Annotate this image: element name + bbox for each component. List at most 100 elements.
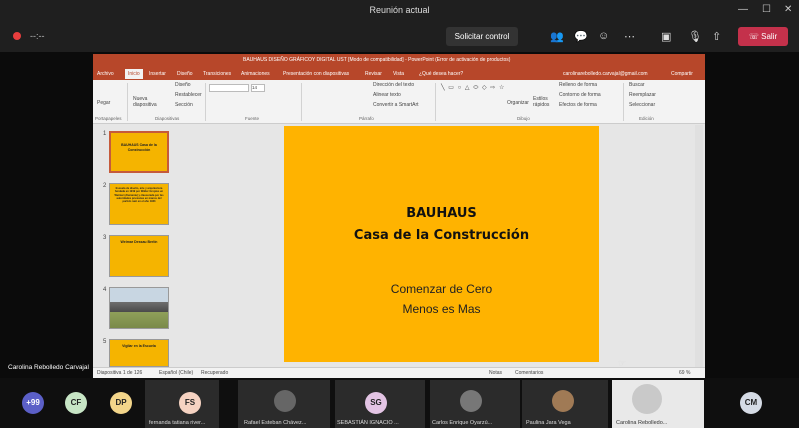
thumb-number: 5	[103, 339, 107, 345]
participant-video-tile[interactable]: Carolina Rebolledo...	[612, 380, 704, 428]
ppt-ribbon-tabs: Archivo Inicio Insertar Diseño Transicio…	[93, 68, 705, 80]
tab-diseno[interactable]: Diseño	[177, 71, 193, 77]
font-name-field[interactable]	[209, 84, 249, 92]
participant-avatar: FS	[179, 392, 201, 414]
zoom-level[interactable]: 69 %	[679, 370, 690, 376]
participant-avatar[interactable]: CF	[65, 392, 87, 414]
font-size-field[interactable]: 14	[251, 84, 265, 92]
participant-tile[interactable]: Paulina Jara Vega	[522, 380, 608, 428]
arrange-button[interactable]: Organizar	[507, 100, 529, 106]
layout-button[interactable]: Diseño	[175, 82, 191, 88]
share-ppt-button[interactable]: Compartir	[671, 71, 693, 77]
tab-vista[interactable]: Vista	[393, 71, 404, 77]
close-window-button[interactable]: ✕	[784, 4, 792, 15]
participant-avatar[interactable]: DP	[110, 392, 132, 414]
group-slides: Diapositivas	[155, 116, 180, 121]
shapes-gallery[interactable]: ╲ ▭ ○ △ ⬭ ◇ ⇨ ☆	[441, 84, 505, 92]
slide-thumbnail[interactable]: Weimar Dessau Berlín	[109, 235, 169, 277]
participant-tile[interactable]: Carlos Enrique Oyarzú...	[430, 380, 520, 428]
tab-revisar[interactable]: Revisar	[365, 71, 382, 77]
slide-subtitle-line2: Menos es Mas	[402, 302, 481, 316]
tab-animaciones[interactable]: Animaciones	[241, 71, 270, 77]
minimize-button[interactable]: —	[738, 4, 748, 15]
participant-tile[interactable]: FS fernanda tatiana river...	[145, 380, 219, 428]
participant-video-face	[632, 384, 662, 414]
shape-fill-button[interactable]: Relleno de forma	[559, 82, 597, 88]
ppt-titlebar: BAUHAUS DISEÑO GRÁFICOY DIGITAL UST [Mod…	[93, 54, 705, 68]
thumb-number: 2	[103, 183, 107, 189]
thumb-text: Weimar Dessau Berlín	[120, 240, 158, 244]
replace-button[interactable]: Reemplazar	[629, 92, 656, 98]
thumb-text: Vigilar en la Escuela	[122, 344, 156, 348]
reactions-icon[interactable]: ☺	[598, 30, 609, 42]
comments-button[interactable]: Comentarios	[515, 370, 543, 376]
mic-off-icon[interactable]: 🎙	[688, 30, 702, 43]
overflow-participants-badge[interactable]: +99	[22, 392, 44, 414]
main-slide-canvas[interactable]: BAUHAUS Casa de la Construcción Comenzar…	[284, 126, 599, 362]
recording-icon	[13, 32, 21, 40]
group-paragraph: Párrafo	[359, 116, 374, 121]
ppt-ribbon: Pegar Nueva diapositiva Diseño Restablec…	[93, 80, 705, 124]
slide-title-line1: BAUHAUS	[406, 206, 477, 221]
presenter-name-label: Carolina Rebolledo Carvajal	[8, 364, 89, 371]
new-slide-button[interactable]: Nueva diapositiva	[133, 96, 159, 108]
align-text-button[interactable]: Alinear texto	[373, 92, 401, 98]
thumb-number: 4	[103, 287, 107, 293]
slide-counter: Diapositiva 1 de 126	[97, 370, 143, 376]
call-timer: --:--	[30, 31, 45, 41]
quick-styles-button[interactable]: Estilos rápidos	[533, 96, 555, 108]
tab-presentacion[interactable]: Presentación con diapositivas	[283, 71, 349, 77]
select-button[interactable]: Seleccionar	[629, 102, 655, 108]
shape-outline-button[interactable]: Contorno de forma	[559, 92, 601, 98]
tab-inicio[interactable]: Inicio	[125, 69, 143, 79]
slide-subtitle-line1: Comenzar de Cero	[390, 282, 493, 296]
camera-off-icon[interactable]: ▣	[661, 30, 671, 43]
ppt-status-bar: Diapositiva 1 de 126 Español (Chile) Rec…	[93, 367, 705, 378]
vertical-scrollbar[interactable]	[695, 125, 703, 367]
shape-effects-button[interactable]: Efectos de forma	[559, 102, 597, 108]
slide-thumbnail[interactable]: Vigilar en la Escuela	[109, 339, 169, 367]
find-button[interactable]: Buscar	[629, 82, 645, 88]
more-icon[interactable]: ⋯	[624, 30, 635, 43]
account-email[interactable]: carolinarebolledo.carvajal@gmail.com	[563, 71, 648, 77]
slide-thumbnail-photo[interactable]	[109, 287, 169, 329]
leave-button[interactable]: ☏ Salir	[738, 27, 788, 46]
participant-name: SEBASTIÁN IGNACIO ...	[337, 420, 399, 426]
chat-icon[interactable]: 💬	[574, 30, 588, 43]
call-controls-bar: --:-- Solicitar control 👥 💬 ☺ ⋯ ▣ 🎙 ⇧ ☏ …	[0, 22, 799, 52]
paste-button[interactable]: Pegar	[97, 100, 110, 106]
leave-label: Salir	[761, 32, 778, 41]
tell-me-search[interactable]: ¿Qué desea hacer?	[419, 71, 463, 77]
language-status[interactable]: Español (Chile)	[159, 370, 193, 376]
people-icon[interactable]: 👥	[550, 30, 564, 43]
text-direction-button[interactable]: Dirección del texto	[373, 82, 414, 88]
tab-transiciones[interactable]: Transiciones	[203, 71, 231, 77]
maximize-button[interactable]: ☐	[762, 4, 771, 15]
tab-insertar[interactable]: Insertar	[149, 71, 166, 77]
slide-thumbnail[interactable]: BAUHAUS Casa de la Construcción	[109, 131, 169, 173]
tab-archivo[interactable]: Archivo	[97, 71, 114, 77]
thumb-number: 1	[103, 131, 107, 137]
reset-button[interactable]: Restablecer	[175, 92, 202, 98]
request-control-button[interactable]: Solicitar control	[446, 27, 518, 46]
section-button[interactable]: Sección	[175, 102, 193, 108]
participant-tile[interactable]: Rafael Esteban Chávez...	[238, 380, 330, 428]
participant-tile[interactable]: SG SEBASTIÁN IGNACIO ...	[335, 380, 425, 428]
slide-thumbnail[interactable]: Escuela de diseño, arte y arquitectura f…	[109, 183, 169, 225]
notes-button[interactable]: Notas	[489, 370, 502, 376]
shared-screen-stage: BAUHAUS DISEÑO GRÁFICOY DIGITAL UST [Mod…	[0, 52, 799, 378]
share-icon[interactable]: ⇧	[712, 30, 721, 43]
thumb-text: BAUHAUS Casa de la Construcción	[121, 143, 157, 152]
thumb-number: 3	[103, 235, 107, 241]
participant-avatar[interactable]: CM	[740, 392, 762, 414]
participant-avatar: SG	[365, 392, 387, 414]
recovered-status: Recuperado	[201, 370, 229, 376]
participant-name: Rafael Esteban Chávez...	[244, 420, 307, 426]
group-drawing: Dibujo	[517, 116, 530, 121]
smartart-button[interactable]: Convertir a SmartArt	[373, 102, 419, 108]
window-titlebar: Reunión actual — ☐ ✕	[0, 0, 799, 22]
slide-title-line2: Casa de la Construcción	[353, 228, 530, 243]
participant-name: Carlos Enrique Oyarzú...	[432, 420, 493, 426]
window-title: Reunión actual	[369, 5, 430, 15]
powerpoint-window: BAUHAUS DISEÑO GRÁFICOY DIGITAL UST [Mod…	[93, 54, 705, 378]
